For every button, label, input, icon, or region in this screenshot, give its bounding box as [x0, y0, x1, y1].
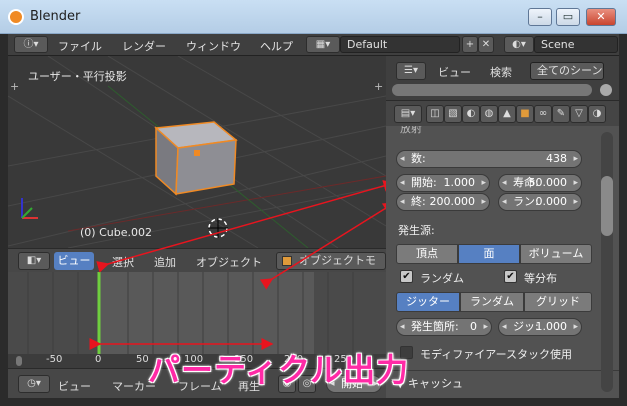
svg-text:+: + — [10, 80, 19, 93]
screen-layout-icon[interactable]: ▦▾ — [306, 36, 340, 53]
object-tab-icon[interactable]: ▲ — [498, 105, 516, 123]
use-modifier-stack-label: モディファイアースタック使用 — [420, 348, 573, 361]
texture-tab-icon[interactable]: ◑ — [588, 105, 606, 123]
properties-editor-icon[interactable]: ▤▾ — [394, 105, 422, 123]
window-titlebar: Blender – ▭ ✕ — [0, 0, 627, 34]
viewport-menu-add[interactable]: 追加 — [154, 254, 176, 270]
modifiers-tab-icon[interactable]: ✎ — [552, 105, 570, 123]
minimize-button[interactable]: – — [528, 8, 552, 26]
menu-window[interactable]: ウィンドウ — [186, 38, 241, 54]
emit-from-verts[interactable]: 頂点 — [396, 244, 458, 264]
outliner-editor-icon[interactable]: ☰▾ — [396, 62, 426, 80]
mode-select[interactable]: オブジェクトモー — [276, 252, 386, 282]
object-data-tab-icon[interactable]: ■ — [516, 105, 534, 123]
info-editor-type-button[interactable]: ⓘ▾ — [14, 36, 48, 53]
random-checkbox-label: ランダム — [420, 272, 464, 285]
lifetime-random-field[interactable]: ラン:0.000 — [498, 193, 582, 211]
viewport-scene: + + — [8, 56, 386, 248]
viewport-menu-select[interactable]: 選択 — [112, 254, 134, 270]
ruler-tick: 0 — [95, 354, 102, 365]
frame-start-field[interactable]: 開始:1.000 — [396, 174, 490, 192]
render-tab-icon[interactable]: ◫ — [426, 105, 444, 123]
distribution-grid[interactable]: グリッド — [524, 292, 592, 312]
screen-layout-field[interactable]: Default — [340, 36, 460, 53]
outliner-menu-view[interactable]: ビュー — [438, 64, 471, 80]
annotation-caption: パーティクル出力 — [148, 351, 410, 389]
ruler-tick: -50 — [46, 354, 63, 365]
scene-field[interactable]: Scene — [534, 36, 618, 53]
add-layout-button[interactable]: + — [462, 36, 478, 53]
outliner-filter-toggle[interactable] — [600, 84, 612, 96]
editor-type-cube-icon[interactable]: ◧▾ — [18, 252, 50, 270]
distribution-random[interactable]: ランダム — [460, 292, 524, 312]
emission-section-header[interactable]: 放射 — [400, 126, 422, 136]
blender-logo-icon — [8, 9, 24, 25]
properties-context-tabs: ▤▾ ◫ ▧ ◐ ◍ ▲ ■ ∞ ✎ ▽ ◑ — [386, 100, 619, 126]
particles-per-face-field[interactable]: 発生箇所:0 — [396, 318, 492, 336]
timeline-clock-icon[interactable]: ◷▾ — [18, 375, 50, 393]
particle-properties-panel: 放射 数:438 開始:1.000 寿命:50.000 終:200.000 ラン… — [386, 126, 619, 398]
cube-right — [175, 139, 237, 195]
lifetime-field[interactable]: 寿命:50.000 — [498, 174, 582, 192]
properties-scroll-thumb[interactable] — [601, 176, 613, 236]
emit-from-faces[interactable]: 面 — [458, 244, 520, 264]
menu-render[interactable]: レンダー — [122, 38, 166, 54]
window-title: Blender — [30, 9, 81, 24]
object-mode-icon — [282, 256, 292, 266]
info-header: ⓘ▾ ファイル レンダー ウィンドウ ヘルプ ▦▾ Default + ✕ ◐▾… — [8, 34, 619, 56]
menu-file[interactable]: ファイル — [58, 38, 102, 54]
viewport-object-label: (0) Cube.002 — [80, 226, 152, 239]
outliner-filter-select[interactable]: 全てのシーン — [530, 62, 604, 80]
outliner-search-field[interactable] — [392, 84, 592, 96]
scene-icon[interactable]: ◐▾ — [504, 36, 534, 53]
remove-layout-button[interactable]: ✕ — [478, 36, 494, 53]
maximize-button[interactable]: ▭ — [556, 8, 580, 26]
even-distribution-checkbox[interactable]: ✔ — [504, 270, 517, 283]
jitter-amount-field[interactable]: ジッ:1.000 — [498, 318, 582, 336]
particle-count-field[interactable]: 数:438 — [396, 150, 582, 168]
viewport-view-label: ユーザー・平行投影 — [28, 70, 127, 83]
viewport-menu-object[interactable]: オブジェクト — [196, 254, 262, 270]
frame-end-field[interactable]: 終:200.000 — [396, 193, 490, 211]
material-tab-icon[interactable]: ▽ — [570, 105, 588, 123]
emit-from-label: 発生源: — [398, 224, 435, 237]
menu-help[interactable]: ヘルプ — [260, 38, 293, 54]
ruler-scroll-handle — [16, 356, 22, 366]
close-button[interactable]: ✕ — [586, 8, 616, 26]
distribution-jittered[interactable]: ジッター — [396, 292, 460, 312]
viewport-header: ◧▾ ビュー 選択 追加 オブジェクト オブジェクトモー — [8, 248, 386, 282]
constraints-tab-icon[interactable]: ∞ — [534, 105, 552, 123]
outliner-header: ☰▾ ビュー 検索 全てのシーン — [386, 56, 619, 100]
properties-scrollbar[interactable] — [601, 132, 613, 392]
section-divider — [386, 370, 619, 371]
timeline-area[interactable] — [8, 272, 386, 354]
scene-tab-icon[interactable]: ◐ — [462, 105, 480, 123]
svg-text:+: + — [374, 80, 383, 93]
world-tab-icon[interactable]: ◍ — [480, 105, 498, 123]
outliner-menu-search[interactable]: 検索 — [490, 64, 512, 80]
random-checkbox[interactable]: ✔ — [400, 270, 413, 283]
ruler-tick: 50 — [136, 354, 149, 365]
layers-tab-icon[interactable]: ▧ — [444, 105, 462, 123]
timeline-grid — [27, 272, 354, 354]
emit-from-volume[interactable]: ボリューム — [520, 244, 592, 264]
timeline-menu-view[interactable]: ビュー — [58, 378, 91, 394]
3d-viewport[interactable]: + + ユーザー・平行投影 (0) Cube.002 — [8, 56, 386, 248]
even-distribution-label: 等分布 — [524, 272, 557, 285]
viewport-menu-view[interactable]: ビュー — [54, 252, 94, 270]
